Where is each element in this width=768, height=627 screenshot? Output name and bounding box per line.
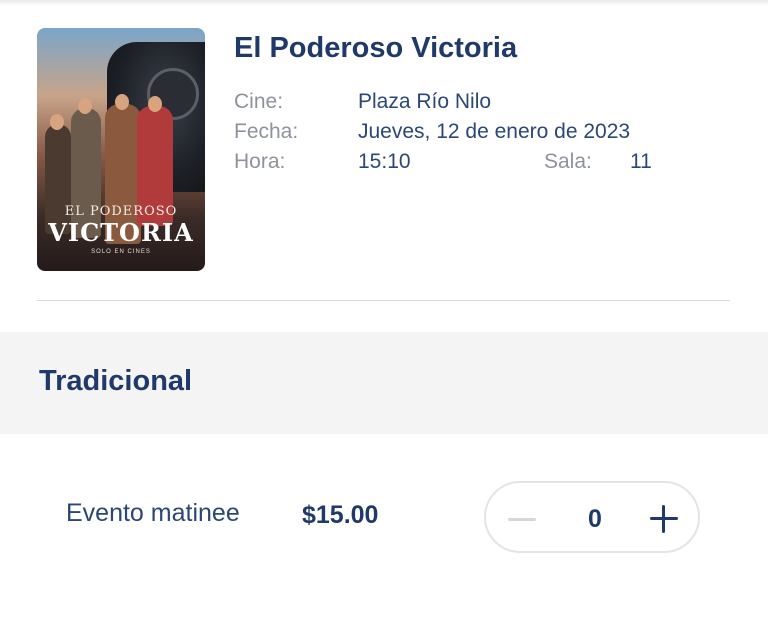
movie-poster: EL PODEROSO VICTORIA SOLO EN CINES bbox=[37, 28, 205, 271]
hora-value: 15:10 bbox=[358, 150, 411, 173]
increment-button[interactable] bbox=[648, 503, 680, 535]
poster-figure-head bbox=[148, 96, 162, 112]
hora-label: Hora: bbox=[234, 150, 286, 173]
plus-icon bbox=[662, 505, 665, 533]
ticket-name: Evento matinee bbox=[66, 499, 240, 527]
poster-title-line1: EL PODEROSO bbox=[64, 204, 178, 219]
poster-tagline: SOLO EN CINES bbox=[91, 249, 151, 255]
poster-figure-head bbox=[50, 114, 64, 130]
quantity-value: 0 bbox=[588, 505, 602, 533]
minus-icon bbox=[508, 517, 536, 521]
sala-value: 11 bbox=[630, 150, 652, 173]
sala-label: Sala: bbox=[544, 150, 592, 173]
fecha-label: Fecha: bbox=[234, 120, 299, 143]
top-shadow bbox=[0, 0, 768, 6]
cine-value: Plaza Río Nilo bbox=[358, 90, 492, 113]
section-title: Tradicional bbox=[39, 365, 193, 397]
fecha-value: Jueves, 12 de enero de 2023 bbox=[358, 120, 631, 143]
poster-title-line2: VICTORIA bbox=[48, 218, 194, 247]
divider bbox=[37, 300, 730, 301]
quantity-stepper: 0 bbox=[484, 481, 700, 553]
decrement-button[interactable] bbox=[506, 503, 538, 535]
cine-label: Cine: bbox=[234, 90, 284, 113]
ticket-price: $15.00 bbox=[302, 501, 379, 529]
poster-figure-head bbox=[78, 98, 92, 114]
movie-title: El Poderoso Victoria bbox=[234, 32, 518, 64]
poster-figure-head bbox=[115, 94, 129, 110]
